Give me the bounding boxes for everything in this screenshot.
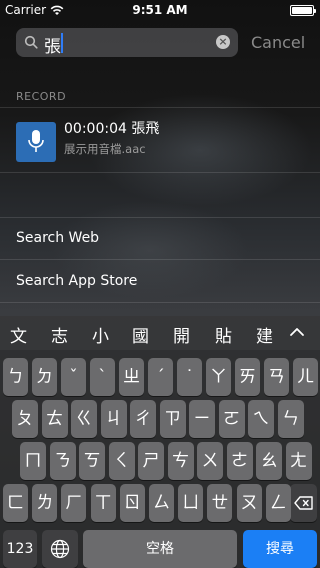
key-row2-7[interactable]: ㄛ bbox=[218, 400, 245, 438]
globe-button[interactable] bbox=[42, 530, 78, 568]
key-row3-6[interactable]: ㄨ bbox=[197, 442, 223, 480]
key-row4-9[interactable]: ㄥ bbox=[265, 484, 291, 522]
battery-icon bbox=[290, 5, 316, 16]
microphone-icon bbox=[16, 122, 56, 162]
search-field[interactable]: 張 × bbox=[16, 28, 238, 57]
key-row1-7[interactable]: ㄚ bbox=[206, 358, 231, 396]
numbers-button[interactable]: 123 bbox=[3, 530, 37, 568]
backspace-button[interactable] bbox=[290, 484, 317, 522]
key-row3-7[interactable]: ㄜ bbox=[226, 442, 253, 480]
key-row1-8[interactable]: ㄞ bbox=[235, 358, 260, 396]
candidate-item[interactable]: 小 bbox=[92, 322, 109, 347]
key-row3-3[interactable]: ㄑ bbox=[108, 442, 135, 480]
key-row2-4[interactable]: ㄔ bbox=[130, 400, 156, 438]
divider bbox=[0, 172, 320, 173]
text-caret bbox=[61, 33, 63, 53]
key-row4-2[interactable]: ㄏ bbox=[61, 484, 87, 522]
key-row4-1[interactable]: ㄌ bbox=[32, 484, 58, 522]
candidate-item[interactable]: 建 bbox=[256, 322, 273, 347]
search-query[interactable]: 張 bbox=[44, 32, 61, 57]
key-row2-0[interactable]: ㄆ bbox=[12, 400, 38, 438]
search-icon bbox=[24, 35, 38, 49]
key-row2-6[interactable]: ㄧ bbox=[189, 400, 215, 438]
candidate-item[interactable]: 開 bbox=[173, 322, 190, 347]
key-row1-4[interactable]: ㄓ bbox=[119, 358, 144, 396]
key-row2-2[interactable]: ㄍ bbox=[71, 400, 97, 438]
status-bar: Carrier 9:51 AM bbox=[0, 0, 320, 20]
result-title: 00:00:04 張飛 bbox=[64, 121, 160, 137]
divider bbox=[0, 259, 320, 260]
result-subtitle: 展示用音檔.aac bbox=[64, 142, 146, 156]
search-result-record[interactable]: 00:00:04 張飛 展示用音檔.aac bbox=[0, 108, 320, 172]
key-row1-1[interactable]: ㄉ bbox=[32, 358, 57, 396]
candidate-bar: 文 志 小 國 開 貼 建 bbox=[0, 316, 320, 350]
key-row3-9[interactable]: ㄤ bbox=[285, 442, 312, 480]
key-row3-8[interactable]: ㄠ bbox=[256, 442, 282, 480]
key-row4-3[interactable]: ㄒ bbox=[90, 484, 116, 522]
candidate-item[interactable]: 國 bbox=[132, 322, 149, 347]
key-row1-5[interactable]: ˊ bbox=[148, 358, 173, 396]
key-row4-8[interactable]: ㄡ bbox=[236, 484, 262, 522]
key-row3-0[interactable]: ㄇ bbox=[20, 442, 46, 480]
key-row2-8[interactable]: ㄟ bbox=[248, 400, 274, 438]
key-row4-4[interactable]: ㄖ bbox=[119, 484, 145, 522]
key-row3-4[interactable]: ㄕ bbox=[138, 442, 164, 480]
key-row1-6[interactable]: ˙ bbox=[177, 358, 202, 396]
space-button[interactable]: 空格 bbox=[83, 530, 237, 568]
key-row2-1[interactable]: ㄊ bbox=[41, 400, 68, 438]
clear-icon[interactable]: × bbox=[216, 35, 230, 49]
key-row4-6[interactable]: ㄩ bbox=[178, 484, 204, 522]
key-row1-0[interactable]: ㄅ bbox=[3, 358, 28, 396]
key-row4-0[interactable]: ㄈ bbox=[3, 484, 28, 522]
candidate-item[interactable]: 文 bbox=[10, 322, 27, 347]
cancel-button[interactable]: Cancel bbox=[251, 33, 305, 52]
key-row1-3[interactable]: ˋ bbox=[90, 358, 115, 396]
globe-icon bbox=[50, 539, 70, 559]
search-app-store-row[interactable]: Search App Store bbox=[16, 273, 137, 289]
key-row3-2[interactable]: ㄎ bbox=[79, 442, 105, 480]
key-row2-5[interactable]: ㄗ bbox=[159, 400, 186, 438]
divider bbox=[0, 302, 320, 303]
divider bbox=[0, 217, 320, 218]
key-row4-5[interactable]: ㄙ bbox=[149, 484, 174, 522]
clock: 9:51 AM bbox=[132, 3, 188, 17]
key-row2-3[interactable]: ㄐ bbox=[100, 400, 127, 438]
section-header: RECORD bbox=[16, 90, 67, 103]
search-web-row[interactable]: Search Web bbox=[16, 230, 99, 246]
key-row3-5[interactable]: ㄘ bbox=[167, 442, 194, 480]
candidate-item[interactable]: 志 bbox=[51, 322, 68, 347]
backspace-icon bbox=[293, 496, 313, 510]
keyboard: 文 志 小 國 開 貼 建 123 空格 搜尋 ㄅㄉ ˇ ˋ ㄓ ˊ ˙ ㄚㄞㄢㄦㄆㄊㄍㄐㄔ… bbox=[0, 316, 320, 568]
chevron-up-icon[interactable] bbox=[288, 323, 306, 341]
search-button[interactable]: 搜尋 bbox=[243, 530, 317, 568]
candidate-item[interactable]: 貼 bbox=[215, 322, 232, 347]
key-row1-2[interactable]: ˇ bbox=[61, 358, 86, 396]
key-row3-1[interactable]: ㄋ bbox=[49, 442, 76, 480]
key-row1-9[interactable]: ㄢ bbox=[264, 358, 289, 396]
key-row4-7[interactable]: ㄝ bbox=[207, 484, 233, 522]
key-row1-10[interactable]: ㄦ bbox=[293, 358, 318, 396]
key-row2-9[interactable]: ㄣ bbox=[277, 400, 304, 438]
